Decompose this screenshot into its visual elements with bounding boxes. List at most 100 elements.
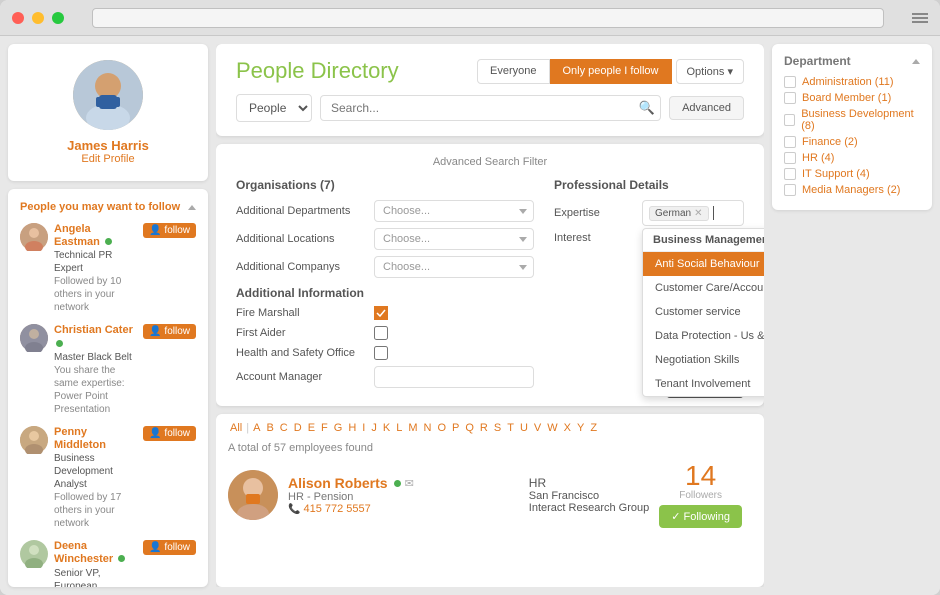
search-input[interactable] [320,95,661,121]
dept-label: Additional Departments [236,205,366,217]
dropdown-item[interactable]: Anti Social Behaviour [643,252,764,276]
alpha-all[interactable]: All [228,422,244,434]
alpha-j[interactable]: J [369,422,379,434]
only-follow-tab[interactable]: Only people I follow [550,59,672,84]
dept-checkbox[interactable] [784,152,796,164]
collapse-icon[interactable] [188,205,196,210]
alpha-f[interactable]: F [319,422,330,434]
alpha-g[interactable]: G [332,422,345,434]
minimize-btn[interactable] [32,12,44,24]
alpha-k[interactable]: K [381,422,392,434]
dept-name[interactable]: IT Support (4) [802,168,870,180]
company-select[interactable]: Choose... [374,256,534,278]
person-info: Angela Eastman Technical PR Expert Follo… [54,223,137,314]
department-filter-card: Department Administration (11) Board Mem… [772,44,932,210]
dropdown-item[interactable]: Negotiation Skills [643,348,764,372]
alpha-m[interactable]: M [406,422,419,434]
alpha-x[interactable]: X [562,422,573,434]
alpha-z[interactable]: Z [588,422,599,434]
advanced-search-button[interactable]: Advanced [669,96,744,120]
remove-tag-button[interactable]: ✕ [694,208,702,219]
address-bar[interactable] [92,8,884,28]
titlebar [0,0,940,36]
alpha-n[interactable]: N [421,422,433,434]
alpha-y[interactable]: Y [575,422,586,434]
alpha-e[interactable]: E [306,422,317,434]
close-btn[interactable] [12,12,24,24]
dept-checkbox[interactable] [784,92,796,104]
alpha-t[interactable]: T [505,422,516,434]
alpha-i[interactable]: I [360,422,367,434]
dept-checkbox[interactable] [784,114,795,126]
account-manager-input[interactable] [374,366,534,388]
dept-name[interactable]: Finance (2) [802,136,858,148]
person-meta: You share the same expertise: Power Poin… [54,364,137,416]
result-person-name[interactable]: Alison Roberts [288,475,388,491]
dropdown-item[interactable]: Customer service [643,300,764,324]
alpha-c[interactable]: C [278,422,290,434]
collapse-dept-icon[interactable] [912,59,920,64]
prof-details-title: Professional Details [554,178,744,192]
dropdown-item[interactable]: Tenant Involvement [643,372,764,396]
cursor [713,206,714,220]
menu-icon[interactable] [912,13,928,23]
phone-icon: 📞 [288,504,300,515]
fire-marshall-checkbox[interactable] [374,306,388,320]
avatar [20,324,48,352]
alpha-bar: All | A B C D E F G H I J K L M N O [228,422,752,434]
dropdown-item[interactable]: Data Protection - Us & The Law [643,324,764,348]
dept-select[interactable]: Choose... [374,200,534,222]
person-role: Master Black Belt [54,351,137,364]
alpha-s[interactable]: S [492,422,503,434]
first-aider-checkbox[interactable] [374,326,388,340]
dept-name[interactable]: HR (4) [802,152,834,164]
alpha-h[interactable]: H [346,422,358,434]
options-tab[interactable]: Options ▾ [676,59,745,84]
health-safety-checkbox[interactable] [374,346,388,360]
dept-name[interactable]: Business Development (8) [801,108,920,132]
alpha-v[interactable]: V [532,422,543,434]
maximize-btn[interactable] [52,12,64,24]
list-item: Administration (11) [784,76,920,88]
alpha-u[interactable]: U [518,422,530,434]
dept-name[interactable]: Board Member (1) [802,92,891,104]
alpha-p[interactable]: P [450,422,461,434]
edit-profile-link[interactable]: Edit Profile [24,153,192,165]
alpha-o[interactable]: O [435,422,448,434]
profile-card: James Harris Edit Profile [8,44,208,181]
alpha-l[interactable]: L [394,422,404,434]
fire-marshall-row: Fire Marshall [236,306,534,320]
follow-button[interactable]: 👤 follow [143,223,196,238]
follow-button[interactable]: 👤 follow [143,324,196,339]
organisations-label: Organisations (7) [236,178,534,192]
online-indicator [56,340,63,347]
follow-button[interactable]: 👤 follow [143,426,196,441]
dept-name[interactable]: Media Managers (2) [802,184,900,196]
follow-button[interactable]: 👤 follow [143,540,196,555]
dept-checkbox[interactable] [784,76,796,88]
loc-select[interactable]: Choose... [374,228,534,250]
dept-checkbox[interactable] [784,168,796,180]
dept-checkbox[interactable] [784,184,796,196]
alpha-d[interactable]: D [292,422,304,434]
alpha-q[interactable]: Q [463,422,476,434]
search-icon-button[interactable]: 🔍 [639,100,655,116]
person-info: Christian Cater Master Black Belt You sh… [54,324,137,415]
follow-suggestions-card: People you may want to follow [8,189,208,587]
alpha-r[interactable]: R [478,422,490,434]
alpha-w[interactable]: W [545,422,559,434]
following-button[interactable]: ✓ Following [659,505,742,528]
search-type-select[interactable]: People [236,94,312,122]
alpha-a[interactable]: A [251,422,262,434]
list-item: Christian Cater Master Black Belt You sh… [20,324,196,415]
everyone-tab[interactable]: Everyone [477,59,549,84]
list-item: HR (4) [784,152,920,164]
expertise-field[interactable]: German ✕ [642,200,744,226]
dept-name[interactable]: Administration (11) [802,76,894,88]
dept-location: San Francisco [529,490,649,502]
result-phone-row: 📞 415 772 5557 [288,503,519,515]
dept-checkbox[interactable] [784,136,796,148]
alpha-b[interactable]: B [264,422,275,434]
dropdown-item[interactable]: Customer Care/Account Management [643,276,764,300]
result-phone[interactable]: 415 772 5557 [303,503,370,515]
